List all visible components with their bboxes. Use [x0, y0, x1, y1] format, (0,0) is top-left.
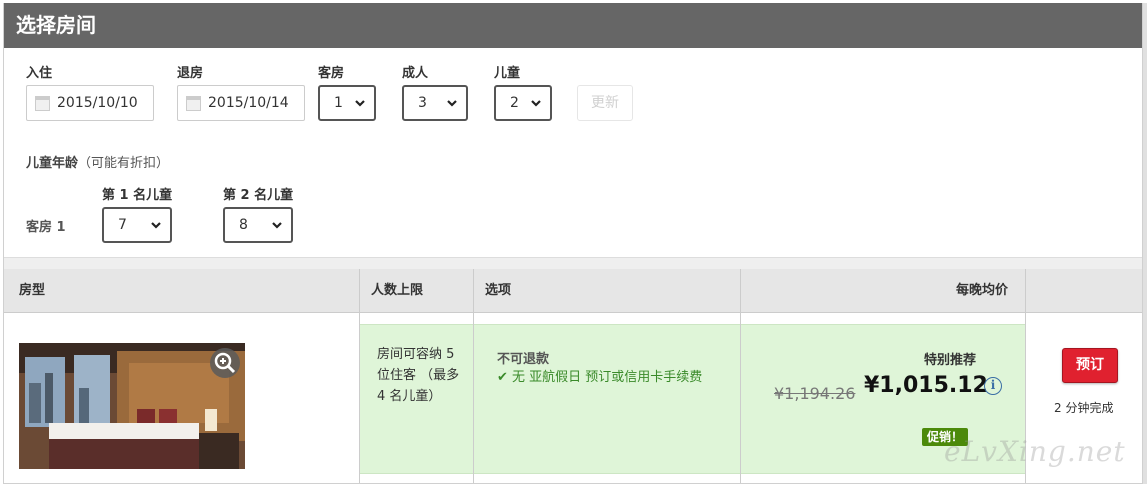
child2-age-select[interactable]: 8 — [223, 207, 293, 243]
child-ages-note: （可能有折扣） — [78, 156, 170, 171]
calendar-icon — [186, 96, 201, 111]
scrollbar[interactable] — [1143, 3, 1147, 484]
fee-option: ✔ 无 亚航假日 预订或信用卡手续费 — [497, 366, 702, 385]
checkin-date-field[interactable]: 2015/10/10 — [26, 85, 154, 121]
original-price: ¥1,194.26 — [774, 384, 856, 403]
chevron-down-icon — [447, 100, 457, 107]
non-refundable-label: 不可退款 — [497, 352, 550, 367]
checkin-date-value: 2015/10/10 — [57, 95, 138, 111]
room-selection-panel: 选择房间 入住 2015/10/10 退房 2015/10/14 客房 1 成人… — [3, 3, 1143, 484]
checkout-label: 退房 — [177, 66, 204, 81]
child-ages-title: 儿童年龄 — [26, 156, 79, 171]
update-button[interactable]: 更新 — [577, 85, 633, 121]
checkin-label: 入住 — [26, 66, 53, 81]
chevron-down-icon — [151, 222, 161, 229]
column-header-nightly-price: 每晚均价 — [956, 283, 1009, 298]
checkout-date-field[interactable]: 2015/10/14 — [177, 85, 305, 121]
column-header-room-type: 房型 — [19, 283, 46, 298]
chevron-down-icon — [531, 100, 541, 107]
rooms-select[interactable]: 1 — [318, 85, 376, 121]
child1-age-select[interactable]: 7 — [102, 207, 172, 243]
child1-age-value: 7 — [118, 217, 127, 233]
chevron-down-icon — [355, 100, 365, 107]
booking-time-text: 2 分钟完成 — [1054, 401, 1114, 415]
check-icon: ✔ — [497, 370, 508, 385]
child2-label: 第 2 名儿童 — [223, 188, 294, 203]
table-separator — [4, 257, 1142, 269]
book-button[interactable]: 预订 — [1062, 348, 1118, 383]
checkout-date-value: 2015/10/14 — [208, 95, 289, 111]
adults-select[interactable]: 3 — [402, 85, 468, 121]
rooms-label: 客房 — [318, 66, 345, 81]
children-select[interactable]: 2 — [494, 85, 552, 121]
child2-age-value: 8 — [239, 217, 248, 233]
current-price: ¥1,015.12 — [864, 373, 988, 398]
child-ages-heading: 儿童年龄（可能有折扣） — [26, 152, 169, 171]
room-1-label: 客房 1 — [26, 220, 66, 235]
adults-select-value: 3 — [418, 95, 427, 111]
table-header: 房型 人数上限 选项 每晚均价 — [4, 269, 1142, 313]
row-spacer — [4, 314, 1142, 324]
rooms-select-value: 1 — [334, 95, 343, 111]
special-offer-label: 特别推荐 — [924, 353, 977, 368]
column-header-max-occupancy: 人数上限 — [371, 283, 424, 298]
column-divider — [359, 269, 360, 483]
chevron-down-icon — [272, 222, 282, 229]
calendar-icon — [35, 96, 50, 111]
page-title: 选择房间 — [4, 3, 1142, 48]
children-select-value: 2 — [510, 95, 519, 111]
watermark: eLvXing.net — [944, 435, 1126, 468]
adults-label: 成人 — [402, 66, 429, 81]
child1-label: 第 1 名儿童 — [102, 188, 173, 203]
column-divider — [740, 269, 741, 483]
children-label: 儿童 — [494, 66, 521, 81]
column-header-options: 选项 — [485, 283, 512, 298]
info-icon[interactable]: i — [984, 377, 1002, 395]
fee-option-text: 无 亚航假日 预订或信用卡手续费 — [512, 370, 703, 385]
occupancy-text: 房间可容纳 5 位住客 （最多 4 名儿童） — [377, 347, 460, 404]
zoom-icon[interactable] — [210, 348, 240, 378]
column-divider — [473, 269, 474, 483]
